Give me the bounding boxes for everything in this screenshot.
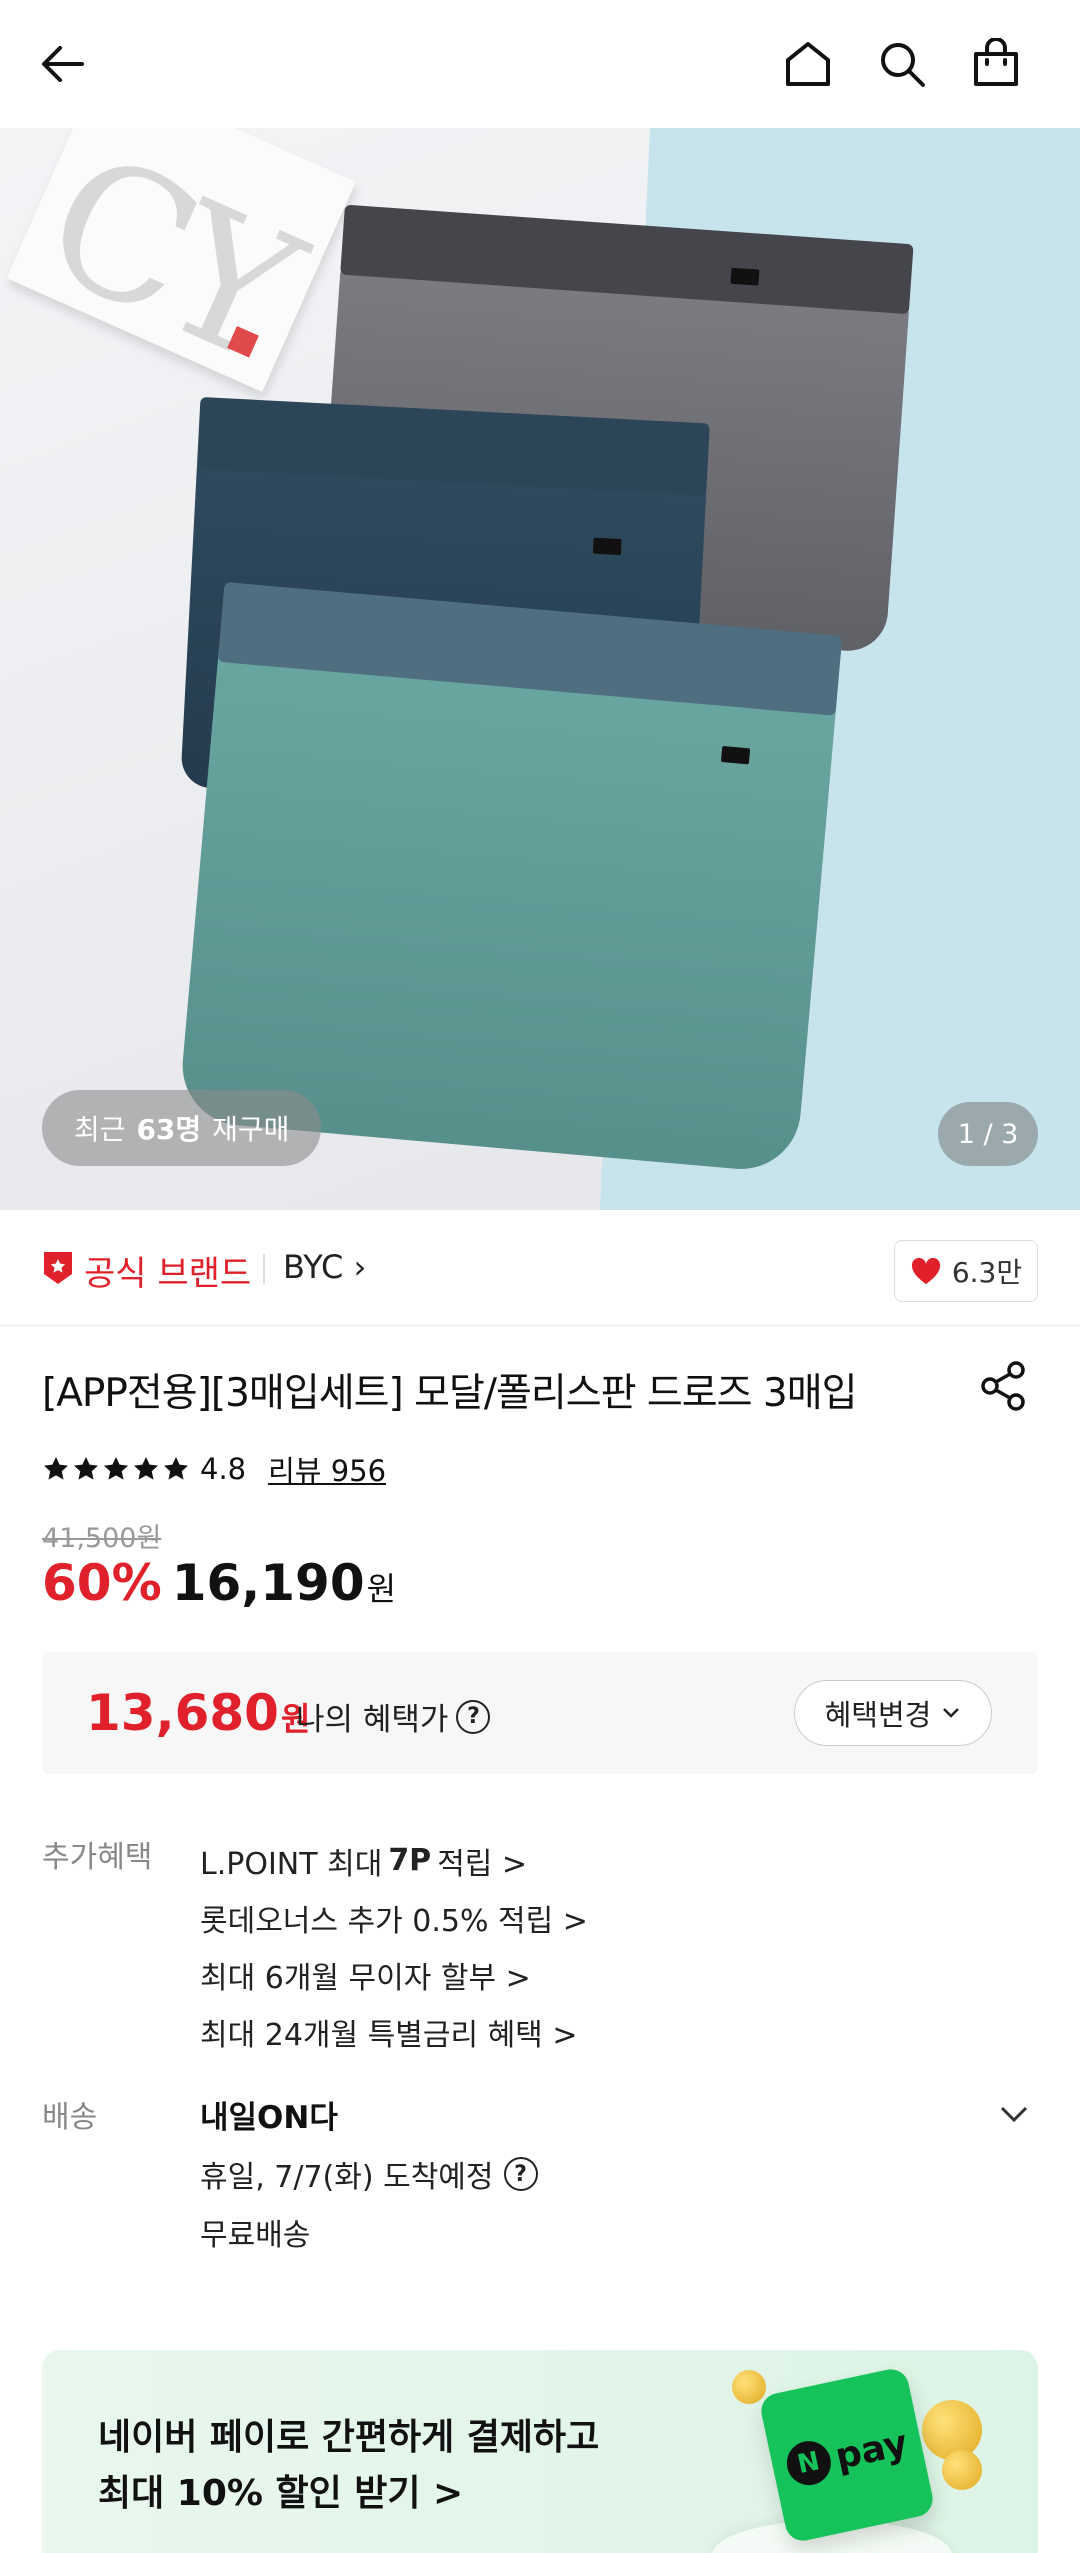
price-row: 60% 16,190 원 [42, 1554, 396, 1612]
extra-benefits-list: L.POINT 최대 7P 적립 > 롯데오너스 추가 0.5% 적립 > 최대 6… [200, 1832, 588, 2060]
repurchase-prefix: 최근 [74, 1113, 126, 1146]
sale-price: 16,190 [171, 1554, 365, 1612]
repurchase-count: 63명 [136, 1113, 202, 1146]
star-icon [44, 1457, 68, 1480]
search-icon[interactable] [866, 28, 938, 100]
official-brand-label[interactable]: 공식 브랜드 [84, 1246, 251, 1295]
benefit-text: 최대 6개월 무이자 할부 > [200, 1960, 531, 1996]
divider [263, 1254, 265, 1284]
my-benefit-price: 13,680원 [86, 1684, 310, 1742]
rating-value: 4.8 [200, 1452, 247, 1486]
benefit-item-special-rate[interactable]: 최대 24개월 특별금리 혜택 > [200, 2003, 588, 2060]
coin-graphic [922, 2400, 982, 2460]
product-image-carousel[interactable]: CY 최근 63명 재구매 1 / 3 [0, 128, 1080, 1210]
benefit-item-lotte-owners[interactable]: 롯데오너스 추가 0.5% 적립 > [200, 1889, 588, 1946]
star-rating [42, 1455, 190, 1483]
discount-rate: 60% [42, 1554, 162, 1612]
my-benefit-box: 13,680원 나의 혜택가 ? 혜택변경 [42, 1652, 1038, 1774]
pay-text: pay [831, 2422, 912, 2478]
coin-graphic [732, 2370, 766, 2404]
original-price: 41,500원 [42, 1523, 162, 1554]
teal-trunk-image [177, 582, 843, 1174]
top-app-bar [0, 0, 1080, 128]
naver-pay-logo: N pay [758, 2366, 936, 2544]
star-icon [164, 1457, 188, 1480]
coin-graphic [942, 2450, 982, 2490]
naver-pay-banner-text: 네이버 페이로 간편하게 결제하고 최대 10% 할인 받기 > [98, 2410, 599, 2522]
chevron-right-icon: › [353, 1248, 367, 1286]
back-arrow-icon[interactable] [28, 28, 100, 100]
benefit-item-lpoint[interactable]: L.POINT 최대 7P 적립 > [200, 1832, 588, 1889]
shipping-arrival: 휴일, 7/7(화) 도착예정 ? [200, 2152, 538, 2196]
share-icon[interactable] [976, 1358, 1032, 1414]
repurchase-badge: 최근 63명 재구매 [42, 1090, 322, 1166]
naver-n-icon: N [782, 2437, 835, 2490]
my-benefit-price-value: 13,680 [86, 1684, 279, 1742]
image-counter: 1 / 3 [938, 1102, 1038, 1166]
home-icon[interactable] [772, 28, 844, 100]
repurchase-suffix: 재구매 [212, 1113, 290, 1146]
help-icon[interactable]: ? [503, 2157, 538, 2191]
benefit-change-label: 혜택변경 [824, 1698, 932, 1732]
shopping-bag-icon[interactable] [960, 28, 1032, 100]
my-benefit-label[interactable]: 나의 혜택가 ? [296, 1694, 491, 1739]
like-count: 6.3만 [951, 1256, 1023, 1289]
currency-unit: 원 [366, 1570, 397, 1608]
my-benefit-label-text: 나의 혜택가 [296, 1702, 449, 1738]
benefit-text: 롯데오너스 추가 0.5% 적립 > [200, 1903, 588, 1939]
star-icon [104, 1457, 128, 1480]
review-link[interactable]: 리뷰 956 [268, 1448, 386, 1490]
official-brand-icon [42, 1250, 74, 1286]
benefit-text: 적립 > [437, 1846, 528, 1882]
chevron-down-icon [943, 1708, 960, 1718]
like-button[interactable]: 6.3만 [894, 1240, 1038, 1302]
chevron-down-icon[interactable] [996, 2096, 1032, 2132]
naver-pay-banner[interactable]: 네이버 페이로 간편하게 결제하고 최대 10% 할인 받기 > N pay [42, 2350, 1038, 2553]
banner-line2: 최대 10% 할인 받기 > [98, 2473, 464, 2514]
shipping-title: 내일ON다 [200, 2100, 338, 2136]
extra-benefits-label: 추가혜택 [42, 1840, 153, 1875]
shipping-fee: 무료배송 [200, 2218, 311, 2253]
product-title: [APP전용][3매입세트] 모달/폴리스판 드로즈 3매입 [42, 1371, 857, 1416]
brand-name: BYC [283, 1248, 344, 1286]
help-icon[interactable]: ? [456, 1699, 491, 1734]
benefit-bold: 7P [388, 1843, 432, 1878]
banner-line1: 네이버 페이로 간편하게 결제하고 [98, 2417, 600, 2458]
benefit-item-installment[interactable]: 최대 6개월 무이자 할부 > [200, 1946, 588, 2003]
benefit-text: 최대 24개월 특별금리 혜택 > [200, 2017, 578, 2053]
star-icon [74, 1457, 98, 1480]
shipping-arrival-text: 휴일, 7/7(화) 도착예정 [200, 2160, 494, 2195]
star-icon [134, 1457, 158, 1480]
benefit-text: L.POINT 최대 [200, 1846, 383, 1882]
heart-icon [911, 1257, 940, 1284]
shipping-label: 배송 [42, 2100, 98, 2135]
rating-row: 4.8 리뷰 956 [42, 1448, 386, 1490]
brand-link[interactable]: BYC › [283, 1248, 366, 1286]
brand-row: 공식 브랜드 BYC › 6.3만 [0, 1210, 1080, 1326]
benefit-change-button[interactable]: 혜택변경 [794, 1680, 992, 1746]
